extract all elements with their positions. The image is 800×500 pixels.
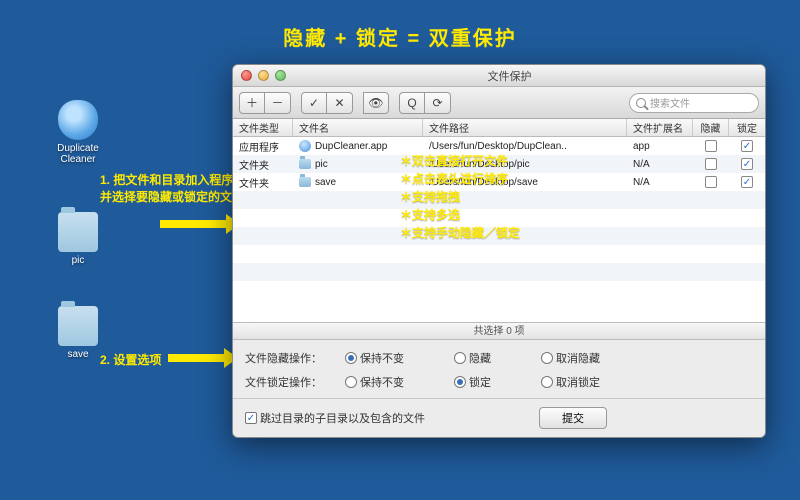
page-headline: 隐藏 + 锁定 = 双重保护 [0,22,800,51]
annotation-features: ＊双击直接打开文件 ＊点击表头进行排序 ＊支持拖拽 ＊支持多选 ＊支持手动隐藏／… [400,152,520,242]
table-row [233,263,765,281]
titlebar[interactable]: 文件保护 [233,65,765,87]
search-icon [636,98,646,108]
desktop-icon-app[interactable]: Duplicate Cleaner [48,100,108,165]
col-type[interactable]: 文件类型 [233,119,293,136]
app-window: 文件保护 ＋ － ✓ ✕ 👁 Q ⟳ 搜索文件 文件类型 文件名 文件路径 文件… [232,64,766,438]
toolbar: ＋ － ✓ ✕ 👁 Q ⟳ 搜索文件 [233,87,765,119]
submit-button[interactable]: 提交 [539,407,607,429]
radio-lock-unlock[interactable]: 取消锁定 [541,374,600,390]
lock-checkbox[interactable]: ✓ [741,176,753,188]
minimize-icon[interactable] [258,70,269,81]
radio-hide-unhide[interactable]: 取消隐藏 [541,350,600,366]
hide-checkbox[interactable] [705,140,717,152]
col-ext[interactable]: 文件扩展名 [627,119,693,136]
hide-op-label: 文件隐藏操作： [245,350,345,366]
desktop-icon-label: save [48,349,108,360]
eye-icon: 👁 [368,96,383,110]
col-lock[interactable]: 锁定 [729,119,765,136]
hide-checkbox[interactable] [705,158,717,170]
uncheck-button[interactable]: ✕ [327,92,353,114]
folder-icon [299,159,311,169]
search-placeholder: 搜索文件 [650,95,690,110]
radio-hide-hide[interactable]: 隐藏 [454,350,491,366]
refresh-button[interactable]: ⟳ [425,92,451,114]
table-row [233,245,765,263]
hide-checkbox[interactable] [705,176,717,188]
zoom-icon[interactable] [275,70,286,81]
folder-icon [299,177,311,187]
table-row [233,281,765,299]
radio-lock-keep[interactable]: 保持不变 [345,374,404,390]
col-name[interactable]: 文件名 [293,119,423,136]
folder-icon [58,212,98,252]
lock-op-label: 文件锁定操作： [245,374,345,390]
col-hide[interactable]: 隐藏 [693,119,729,136]
lock-checkbox[interactable]: ✓ [741,140,753,152]
desktop-icon-folder-pic[interactable]: pic [48,212,108,266]
col-path[interactable]: 文件路径 [423,119,627,136]
annotation-step2: 2. 设置选项 [100,352,161,369]
check-button[interactable]: ✓ [301,92,327,114]
desktop-icon-folder-save[interactable]: save [48,306,108,360]
close-icon[interactable] [241,70,252,81]
radio-hide-keep[interactable]: 保持不变 [345,350,404,366]
status-bar: 共选择 0 项 [233,322,765,340]
remove-button[interactable]: － [265,92,291,114]
reveal-button[interactable]: 👁 [363,92,389,114]
table-header[interactable]: 文件类型 文件名 文件路径 文件扩展名 隐藏 锁定 [233,119,765,137]
refresh-icon: ⟳ [432,96,442,110]
add-button[interactable]: ＋ [239,92,265,114]
star-icon [58,100,98,140]
lock-checkbox[interactable]: ✓ [741,158,753,170]
folder-icon [58,306,98,346]
app-icon [299,140,311,152]
desktop-icon-label: Duplicate Cleaner [48,143,108,165]
options-panel: 文件隐藏操作： 保持不变 隐藏 取消隐藏 文件锁定操作： 保持不变 锁定 取消锁… [233,340,765,437]
desktop-icon-label: pic [48,255,108,266]
window-title: 文件保护 [294,68,765,84]
search-input[interactable]: 搜索文件 [629,93,759,113]
skip-checkbox[interactable]: ✓跳过目录的子目录以及包含的文件 [245,410,425,426]
radio-lock-lock[interactable]: 锁定 [454,374,491,390]
lookup-button[interactable]: Q [399,92,425,114]
